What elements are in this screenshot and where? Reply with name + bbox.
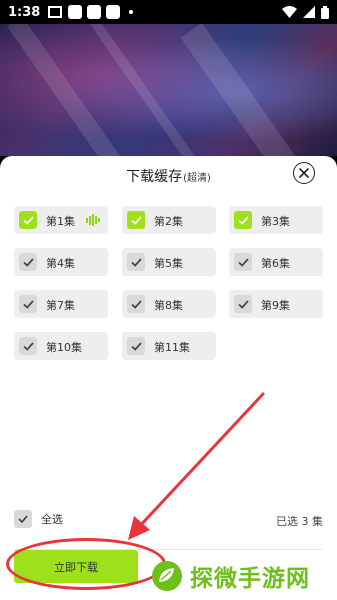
watermark: 探微手游网 xyxy=(150,556,336,596)
app-notification-icon xyxy=(68,5,83,19)
check-icon xyxy=(130,257,142,267)
app-notification-icon xyxy=(87,5,102,19)
episode-item[interactable]: 第7集 xyxy=(14,290,108,318)
episode-checkbox[interactable] xyxy=(19,295,37,313)
check-icon xyxy=(18,515,28,523)
episode-label: 第3集 xyxy=(261,215,290,228)
episode-checkbox[interactable] xyxy=(234,211,252,229)
episode-item[interactable]: 第4集 xyxy=(14,248,108,276)
app-notification-icon xyxy=(106,5,121,19)
episode-label: 第5集 xyxy=(154,257,183,270)
episode-label: 第4集 xyxy=(46,257,75,270)
episode-label: 第1集 xyxy=(46,215,75,228)
episode-checkbox[interactable] xyxy=(19,211,37,229)
episode-checkbox[interactable] xyxy=(127,253,145,271)
episode-label: 第2集 xyxy=(154,215,183,228)
episode-checkbox[interactable] xyxy=(127,295,145,313)
episode-checkbox[interactable] xyxy=(234,295,252,313)
episode-label: 第7集 xyxy=(46,299,75,312)
select-all-toggle[interactable]: 全选 xyxy=(14,510,63,528)
episode-checkbox[interactable] xyxy=(19,253,37,271)
check-icon xyxy=(237,215,249,225)
episode-checkbox[interactable] xyxy=(19,337,37,355)
episode-item[interactable]: 第8集 xyxy=(122,290,216,318)
quality-label: (超清) xyxy=(183,173,211,184)
watermark-text: 探微手游网 xyxy=(190,566,310,592)
episode-item[interactable]: 第1集 xyxy=(14,206,108,234)
episode-item[interactable]: 第5集 xyxy=(122,248,216,276)
sheet-title: 下载缓存(超清) xyxy=(0,166,337,186)
close-button[interactable] xyxy=(293,162,315,184)
check-icon xyxy=(22,299,34,309)
playing-indicator-icon xyxy=(86,214,100,226)
close-icon xyxy=(299,168,309,178)
episode-item[interactable]: 第6集 xyxy=(229,248,323,276)
episode-item[interactable]: 第2集 xyxy=(122,206,216,234)
check-icon xyxy=(22,257,34,267)
episode-label: 第8集 xyxy=(154,299,183,312)
check-icon xyxy=(22,341,34,351)
check-icon xyxy=(22,215,34,225)
episode-checkbox[interactable] xyxy=(234,253,252,271)
check-icon xyxy=(130,341,142,351)
check-icon xyxy=(237,299,249,309)
select-all-label: 全选 xyxy=(41,513,63,526)
check-icon xyxy=(130,299,142,309)
image-notification-icon xyxy=(48,6,63,18)
video-player[interactable] xyxy=(0,24,337,156)
download-now-button[interactable]: 立即下载 xyxy=(14,550,138,583)
selected-count: 已选 3 集 xyxy=(276,515,323,528)
signal-icon xyxy=(303,6,315,18)
episode-item[interactable]: 第9集 xyxy=(229,290,323,318)
download-sheet: 下载缓存(超清) 第1集 第2集 第3集第4集 第5集 第6集第7集 第8集 第9集第10集… xyxy=(0,156,337,600)
episode-checkbox[interactable] xyxy=(127,211,145,229)
sheet-title-text: 下载缓存 xyxy=(126,169,183,185)
battery-icon xyxy=(321,5,329,19)
episode-label: 第9集 xyxy=(261,299,290,312)
wifi-icon xyxy=(282,6,297,18)
episode-item[interactable]: 第11集 xyxy=(122,332,216,360)
select-all-checkbox[interactable] xyxy=(14,510,32,528)
status-time: 1:38 xyxy=(8,4,41,20)
episode-label: 第6集 xyxy=(261,257,290,270)
check-icon xyxy=(130,215,142,225)
more-notifications-icon xyxy=(129,10,134,14)
episode-label: 第11集 xyxy=(154,341,190,354)
episode-label: 第10集 xyxy=(46,341,82,354)
check-icon xyxy=(237,257,249,267)
watermark-logo-icon xyxy=(152,561,182,591)
episode-item[interactable]: 第3集 xyxy=(229,206,323,234)
status-bar: 1:38 xyxy=(0,0,337,24)
episode-checkbox[interactable] xyxy=(127,337,145,355)
episode-item[interactable]: 第10集 xyxy=(14,332,108,360)
